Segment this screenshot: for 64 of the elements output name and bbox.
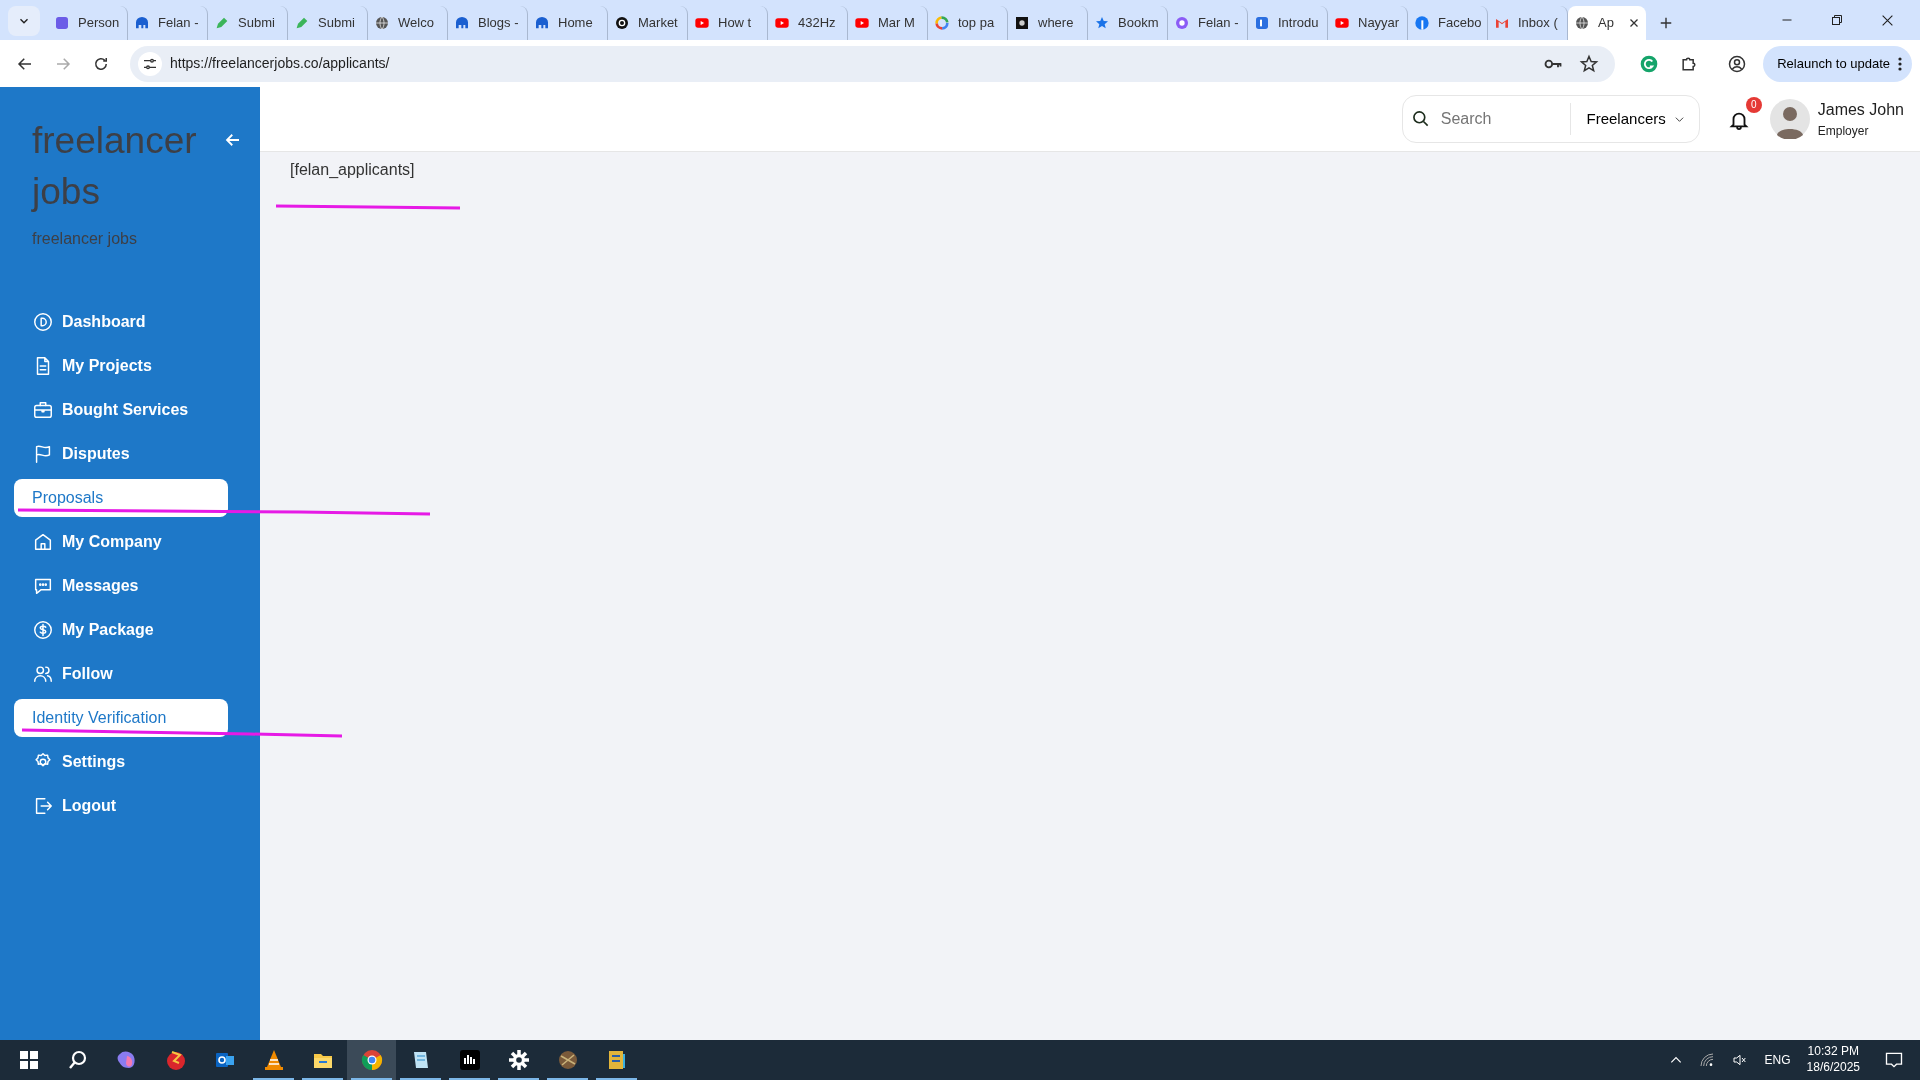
relaunch-button[interactable]: Relaunch to update	[1763, 45, 1912, 82]
shortcode-text: [felan_applicants]	[290, 161, 415, 178]
category-dropdown[interactable]: Freelancers	[1569, 103, 1691, 135]
sidebar-item[interactable]: Dashboard	[14, 303, 228, 341]
wifi-icon	[1698, 1052, 1715, 1068]
address-bar[interactable]: https://freelancerjobs.co/applicants/	[130, 45, 1616, 82]
square-icon	[1254, 15, 1270, 31]
sidebar-item[interactable]: Identity Verification	[14, 699, 228, 737]
user-role: Employer	[1817, 123, 1870, 140]
muted-speaker-icon	[1730, 1052, 1749, 1068]
dashboard-icon	[32, 311, 54, 333]
user-name: James John	[1817, 100, 1904, 120]
sidebar-item[interactable]: Settings	[14, 743, 228, 781]
profile-icon	[1727, 54, 1748, 75]
star-icon	[1094, 15, 1110, 31]
circle-icon	[614, 15, 630, 31]
clock-time: 10:32 PM	[1807, 1044, 1859, 1060]
equalizer-icon	[457, 1048, 482, 1072]
browser-tab[interactable]: Ap	[1568, 6, 1646, 40]
sidebar-item[interactable]: My Company	[14, 523, 228, 561]
star-icon	[1579, 53, 1600, 74]
more-icon	[1898, 55, 1902, 72]
circle-icon	[1414, 15, 1430, 31]
plus-icon	[1659, 16, 1673, 30]
globe-icon	[1574, 15, 1590, 31]
pen-icon	[214, 15, 230, 31]
play-icon	[854, 15, 870, 31]
language-indicator[interactable]: ENG	[1764, 1051, 1791, 1069]
circle-icon	[1174, 15, 1190, 31]
url-text: https://freelancerjobs.co/applicants/	[170, 54, 390, 73]
sidebar-item[interactable]: Proposals	[14, 479, 228, 517]
close-icon	[1880, 13, 1894, 27]
pen-icon	[294, 15, 310, 31]
grammar-icon	[1639, 54, 1660, 75]
notification-center-icon	[1884, 1050, 1904, 1070]
logo-text: freelancer jobs	[32, 119, 198, 214]
close-icon	[1628, 17, 1640, 29]
avatar	[1769, 99, 1810, 139]
google-icon	[934, 15, 950, 31]
settings-icon	[506, 1048, 531, 1072]
briefcase-icon	[32, 399, 54, 421]
people-icon	[32, 663, 54, 685]
notification-badge: 0	[1745, 97, 1762, 113]
chrome-icon	[359, 1048, 384, 1072]
sidebar-item[interactable]: Logout	[14, 787, 228, 825]
restore-icon	[1831, 14, 1843, 26]
square-icon	[1014, 15, 1030, 31]
search-field[interactable]: Search Freelancers	[1401, 95, 1700, 143]
sidebar-item[interactable]: Bought Services	[14, 391, 228, 429]
tagline-text: freelancer jobs	[31, 229, 138, 249]
play-icon	[1334, 15, 1350, 31]
house-icon	[32, 531, 54, 553]
clock-date: 18/6/2025	[1806, 1060, 1860, 1076]
sidebar-item[interactable]: Follow	[14, 655, 228, 693]
play-icon	[694, 15, 710, 31]
square-icon	[54, 15, 70, 31]
sidebar-item[interactable]: My Package	[14, 611, 228, 649]
sidebar-item[interactable]: Messages	[14, 567, 228, 605]
sidebar-item[interactable]: My Projects	[14, 347, 228, 385]
play-icon	[774, 15, 790, 31]
search-icon	[1410, 109, 1431, 129]
globe-icon	[374, 15, 390, 31]
coin-icon	[32, 619, 54, 641]
sidebar-item[interactable]: Disputes	[14, 435, 228, 473]
